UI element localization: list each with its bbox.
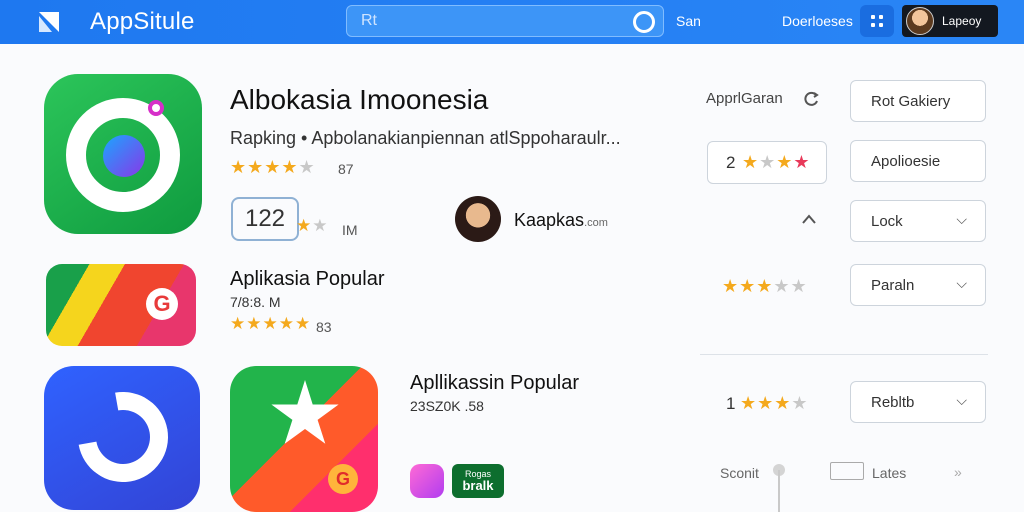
bottom-label-latest[interactable]: Lates xyxy=(872,465,906,481)
popular-app-icon[interactable]: G xyxy=(46,264,196,346)
mini-rating-label: IM xyxy=(342,222,358,238)
section-title-2[interactable]: Apllikassin Popular xyxy=(410,372,579,395)
nav-link-downloads[interactable]: Doerloeses xyxy=(782,13,853,29)
search-bar[interactable]: Rt xyxy=(346,5,664,37)
core-shape xyxy=(103,135,145,177)
bars-icon[interactable] xyxy=(830,462,864,480)
sort-category-button[interactable]: Rot Gakiery xyxy=(850,80,986,122)
app-logo-icon[interactable] xyxy=(36,10,62,34)
bottom-label-scroll: Sconit xyxy=(720,465,759,481)
section-rating-stars: ★★★★★ xyxy=(230,314,312,333)
blue-app-icon[interactable] xyxy=(44,366,200,510)
star-app-icon[interactable]: G xyxy=(230,366,378,512)
filter-rating-stars-2[interactable]: ★★★★ xyxy=(740,393,809,414)
parallel-dropdown[interactable]: Paraln ⌵ xyxy=(850,264,986,306)
filter-rating-stars[interactable]: ★★★★★ xyxy=(722,276,808,297)
developer-avatar[interactable] xyxy=(455,196,501,242)
top-bar: AppSitule Rt San Doerloeses Lapeoy xyxy=(0,0,1024,44)
developer-name[interactable]: Kaapkas.com xyxy=(514,210,608,231)
user-account-chip[interactable]: Lapeoy xyxy=(902,5,998,37)
section-meta: 7/8:8. M xyxy=(230,294,281,310)
refresh-icon[interactable] xyxy=(804,91,820,107)
app-category-label: ApprlGaran xyxy=(706,90,783,107)
apps-grid-button[interactable] xyxy=(860,5,894,37)
g-logo-icon: G xyxy=(328,464,358,494)
divider xyxy=(700,354,988,355)
download-count-badge: 122 xyxy=(231,197,299,241)
slider-track xyxy=(778,470,780,512)
featured-app-title[interactable]: Albokasia Imoonesia xyxy=(230,84,488,116)
search-icon[interactable] xyxy=(633,11,655,33)
section-title[interactable]: Aplikasia Popular xyxy=(230,268,385,291)
ring-shape xyxy=(60,374,186,500)
app-title[interactable]: AppSitule xyxy=(90,8,195,36)
featured-rating-count: 87 xyxy=(338,161,354,177)
g-logo-icon: G xyxy=(146,288,178,320)
featured-app-icon[interactable] xyxy=(44,74,202,234)
chevron-down-icon: ⌵ xyxy=(956,275,967,291)
star-icon xyxy=(271,380,339,444)
dot-shape xyxy=(148,100,164,116)
section-meta-2: 23SZ0K .58 xyxy=(410,398,484,414)
chevron-down-icon: ⌵ xyxy=(956,392,967,408)
lock-dropdown[interactable]: Lock ⌵ xyxy=(850,200,986,242)
chevron-up-icon[interactable] xyxy=(800,212,818,226)
rating-filter-box[interactable]: 2 ★★★★ xyxy=(707,141,827,184)
mini-app-icon[interactable] xyxy=(410,464,444,498)
chevron-down-icon: ⌵ xyxy=(956,211,967,227)
featured-app-subtitle: Rapking • Apbolanakianpiennan atlSppohar… xyxy=(230,128,621,148)
more-arrows-icon[interactable]: » xyxy=(954,464,962,480)
rebuild-dropdown[interactable]: Rebltb ⌵ xyxy=(850,381,986,423)
mini-rating-stars: ★★ xyxy=(296,216,329,235)
apply-button[interactable]: Apolioesie xyxy=(850,140,986,182)
user-name: Lapeoy xyxy=(942,14,982,28)
section-rating-count: 83 xyxy=(316,319,332,335)
avatar xyxy=(906,7,934,35)
featured-rating-stars: ★★★★★ xyxy=(230,157,316,177)
search-input[interactable]: Rt xyxy=(361,12,377,30)
nav-link-san[interactable]: San xyxy=(676,13,701,29)
rating-prefix: 1 xyxy=(726,394,736,413)
mini-app-badge[interactable]: Rogas bralk xyxy=(452,464,504,498)
